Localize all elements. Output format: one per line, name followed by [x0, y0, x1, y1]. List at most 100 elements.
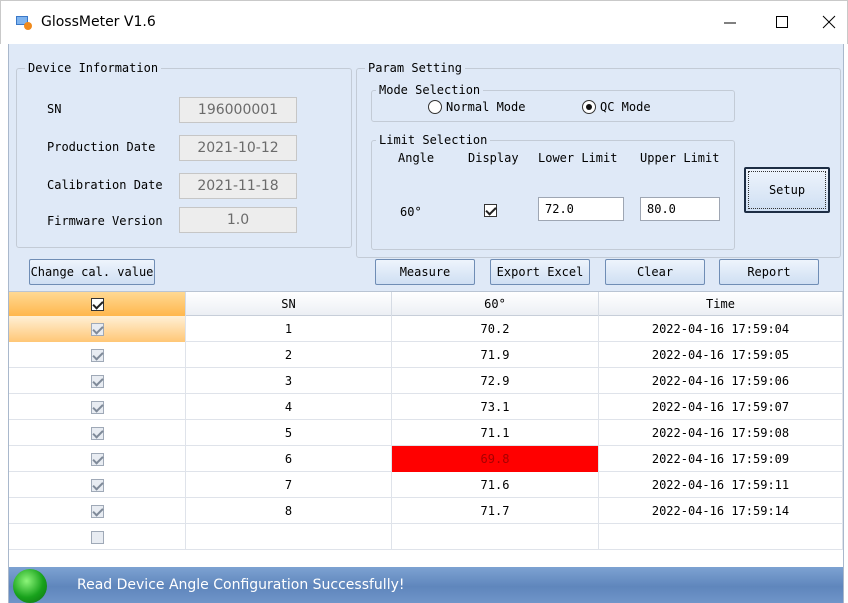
app-icon: [16, 16, 32, 30]
production-date-field: 2021-10-12: [179, 135, 297, 161]
close-icon: [822, 15, 836, 29]
angle-value-cell: 71.1: [392, 420, 599, 446]
sn-cell: 5: [186, 420, 392, 446]
mode-selection-group: Mode Selection Normal Mode QC Mode: [371, 83, 735, 122]
row-checkbox[interactable]: [90, 452, 104, 466]
row-select-cell[interactable]: [9, 368, 186, 394]
time-cell: 2022-04-16 17:59:09: [599, 446, 843, 472]
table-row[interactable]: 8 71.7 2022-04-16 17:59:14: [9, 498, 843, 524]
status-led-icon: [13, 569, 47, 603]
firmware-version-label: Firmware Version: [47, 214, 163, 228]
export-excel-button[interactable]: Export Excel: [490, 259, 590, 285]
row-checkbox[interactable]: [90, 400, 104, 414]
upper-limit-header: Upper Limit: [640, 151, 720, 165]
lower-limit-input[interactable]: 72.0: [538, 197, 624, 221]
angle-value-cell: 70.2: [392, 316, 599, 342]
row-checkbox[interactable]: [90, 426, 104, 440]
row-select-cell[interactable]: [9, 342, 186, 368]
row-select-cell[interactable]: [9, 472, 186, 498]
limit-selection-group: Limit Selection Angle Display Lower Limi…: [371, 133, 735, 250]
status-message: Read Device Angle Configuration Successf…: [77, 577, 405, 593]
sn-cell: 8: [186, 498, 392, 524]
change-cal-value-button[interactable]: Change cal. value: [29, 259, 155, 285]
sn-field: 196000001: [179, 97, 297, 123]
angle-value-cell: 71.9: [392, 342, 599, 368]
row-select-cell[interactable]: [9, 524, 186, 550]
time-cell: 2022-04-16 17:59:08: [599, 420, 843, 446]
select-all-header[interactable]: [9, 292, 186, 316]
row-select-cell[interactable]: [9, 420, 186, 446]
row-checkbox[interactable]: [90, 348, 104, 362]
report-button[interactable]: Report: [719, 259, 819, 285]
angle-value-cell: 72.9: [392, 368, 599, 394]
sn-cell: 4: [186, 394, 392, 420]
upper-limit-input[interactable]: 80.0: [640, 197, 720, 221]
calibration-date-label: Calibration Date: [47, 178, 163, 192]
sn-column-header: SN: [186, 292, 392, 316]
normal-mode-label[interactable]: Normal Mode: [446, 100, 525, 114]
angle-value: 60°: [400, 205, 422, 219]
title-bar: GlossMeter V1.6: [0, 0, 848, 44]
sn-cell: 2: [186, 342, 392, 368]
calibration-date-field: 2021-11-18: [179, 173, 297, 199]
time-cell: 2022-04-16 17:59:06: [599, 368, 843, 394]
maximize-icon: [776, 16, 788, 28]
param-setting-group: Param Setting Mode Selection Normal Mode…: [356, 61, 841, 258]
time-column-header: Time: [599, 292, 843, 316]
mode-selection-title: Mode Selection: [376, 83, 484, 97]
select-all-checkbox[interactable]: [90, 297, 104, 311]
row-select-cell[interactable]: [9, 446, 186, 472]
table-header: SN 60° Time: [9, 292, 843, 316]
row-checkbox[interactable]: [90, 322, 104, 336]
row-checkbox[interactable]: [90, 504, 104, 518]
device-information-group: Device Information SN 196000001 Producti…: [16, 61, 352, 248]
minimize-button[interactable]: [707, 7, 753, 37]
qc-mode-radio[interactable]: [582, 100, 596, 114]
limit-selection-title: Limit Selection: [376, 133, 491, 147]
sn-cell: 1: [186, 316, 392, 342]
sn-cell: 7: [186, 472, 392, 498]
time-cell: 2022-04-16 17:59:05: [599, 342, 843, 368]
display-checkbox[interactable]: [484, 204, 497, 217]
table-row[interactable]: 2 71.9 2022-04-16 17:59:05: [9, 342, 843, 368]
table-row[interactable]: 5 71.1 2022-04-16 17:59:08: [9, 420, 843, 446]
angle-value-cell: 71.6: [392, 472, 599, 498]
sn-label: SN: [47, 102, 62, 116]
firmware-version-field: 1.0: [179, 207, 297, 233]
clear-button[interactable]: Clear: [605, 259, 705, 285]
measure-button[interactable]: Measure: [375, 259, 475, 285]
window-title: GlossMeter V1.6: [41, 14, 156, 30]
maximize-button[interactable]: [759, 7, 805, 37]
row-select-cell[interactable]: [9, 394, 186, 420]
status-bar: Read Device Angle Configuration Successf…: [9, 567, 843, 603]
main-panel: Device Information SN 196000001 Producti…: [8, 44, 844, 603]
angle-value-cell: [392, 524, 599, 550]
table-row[interactable]: 4 73.1 2022-04-16 17:59:07: [9, 394, 843, 420]
time-cell: 2022-04-16 17:59:07: [599, 394, 843, 420]
table-row[interactable]: 6 69.8 2022-04-16 17:59:09: [9, 446, 843, 472]
setup-button[interactable]: Setup: [744, 167, 830, 213]
minimize-icon: [724, 22, 736, 24]
sn-cell: [186, 524, 392, 550]
time-cell: 2022-04-16 17:59:04: [599, 316, 843, 342]
row-select-cell[interactable]: [9, 498, 186, 524]
qc-mode-label[interactable]: QC Mode: [600, 100, 651, 114]
table-row[interactable]: 7 71.6 2022-04-16 17:59:11: [9, 472, 843, 498]
row-checkbox[interactable]: [90, 478, 104, 492]
angle-value-cell: 69.8: [392, 446, 599, 472]
row-select-cell[interactable]: [9, 316, 186, 342]
table-row[interactable]: 1 70.2 2022-04-16 17:59:04: [9, 316, 843, 342]
close-button[interactable]: [806, 7, 848, 37]
device-information-title: Device Information: [25, 61, 162, 75]
row-checkbox[interactable]: [90, 374, 104, 388]
time-cell: 2022-04-16 17:59:11: [599, 472, 843, 498]
table-row[interactable]: [9, 524, 843, 550]
row-checkbox[interactable]: [90, 530, 104, 544]
table-row[interactable]: 3 72.9 2022-04-16 17:59:06: [9, 368, 843, 394]
measurement-table: SN 60° Time 1 70.2 2022-04-16 17:59:04 2 71.…: [9, 291, 843, 581]
normal-mode-radio[interactable]: [428, 100, 442, 114]
production-date-label: Production Date: [47, 140, 156, 154]
display-header: Display: [468, 151, 519, 165]
param-setting-title: Param Setting: [365, 61, 465, 75]
angle-value-cell: 71.7: [392, 498, 599, 524]
